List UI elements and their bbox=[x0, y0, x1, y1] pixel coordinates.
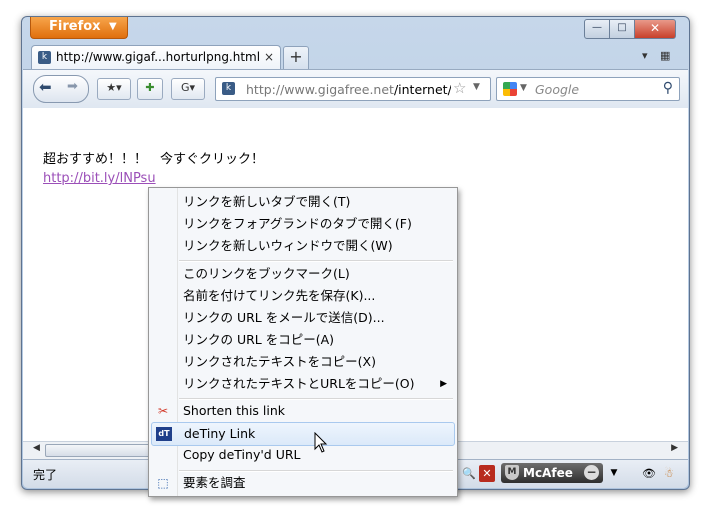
submenu-arrow-icon: ▶ bbox=[440, 379, 447, 389]
menu-item-copy-link[interactable]: リンクの URL をコピー(A) bbox=[149, 329, 457, 351]
menu-item-inspect-element[interactable]: ⬚ 要素を調査 bbox=[149, 472, 457, 494]
mouse-cursor-icon bbox=[314, 432, 328, 453]
bookmarks-menu-button[interactable]: ★▾ bbox=[97, 78, 131, 100]
scroll-right-icon[interactable]: ▶ bbox=[671, 443, 678, 453]
tab-active[interactable]: k http://www.gigaf...horturlpng.html × bbox=[31, 45, 281, 70]
close-button[interactable]: ✕ bbox=[634, 19, 676, 39]
detiny-icon: dT bbox=[156, 427, 172, 441]
google-engine-icon[interactable] bbox=[503, 82, 517, 96]
new-tab-button[interactable]: + bbox=[283, 46, 309, 69]
short-url-link[interactable]: http://bit.ly/lNPsu bbox=[43, 171, 156, 186]
eye-icon[interactable]: 👁 bbox=[641, 465, 657, 482]
search-bar[interactable]: ▼ Google ⚲ bbox=[496, 77, 680, 101]
menu-item-detiny-link[interactable]: dT deTiny Link bbox=[151, 422, 455, 446]
mcafee-dropdown-icon[interactable]: ▼ bbox=[608, 465, 620, 482]
menu-item-open-new-tab[interactable]: リンクを新しいタブで開く(T) bbox=[149, 191, 457, 213]
menu-item-save-link-as[interactable]: 名前を付けてリンク先を保存(K)... bbox=[149, 285, 457, 307]
menu-item-send-link[interactable]: リンクの URL をメールで送信(D)... bbox=[149, 307, 457, 329]
addon-person-icon[interactable]: ☃ bbox=[661, 465, 677, 482]
favicon-icon: k bbox=[38, 51, 51, 64]
addon-block-icon[interactable]: ✕ bbox=[479, 465, 495, 482]
menu-item-bookmark-link[interactable]: このリンクをブックマーク(L) bbox=[149, 263, 457, 285]
google-icon: G▾ bbox=[180, 81, 196, 94]
menu-item-copy-link-text[interactable]: リンクされたテキストをコピー(X) bbox=[149, 351, 457, 373]
minus-icon[interactable]: − bbox=[584, 465, 599, 480]
menu-item-shorten-link[interactable]: ✂ Shorten this link bbox=[149, 400, 457, 422]
back-forward-group: ⬅ ➡ bbox=[33, 75, 89, 103]
mcafee-shield-icon: M bbox=[505, 465, 519, 480]
menu-item-open-foreground-tab[interactable]: リンクをフォアグランドのタブで開く(F) bbox=[149, 213, 457, 235]
back-arrow-icon[interactable]: ⬅ bbox=[39, 78, 52, 96]
tab-title: http://www.gigaf...horturlpng.html bbox=[56, 50, 261, 64]
bookmark-star-icon: ★▾ bbox=[106, 81, 122, 94]
url-bar[interactable]: k http://www.gigafree.net/internet/f ☆ ▼ bbox=[215, 77, 491, 101]
navigation-toolbar: ⬅ ➡ ★▾ ✚ G▾ k http://www.gigafree.net/in… bbox=[23, 69, 688, 109]
engine-dropdown-icon[interactable]: ▼ bbox=[520, 83, 527, 93]
url-history-dropdown-icon[interactable]: ▼ bbox=[473, 82, 480, 92]
tab-groups-icon[interactable]: ▦ bbox=[660, 49, 670, 62]
search-icon[interactable]: ⚲ bbox=[663, 80, 673, 96]
status-text: 完了 bbox=[33, 468, 58, 482]
scroll-left-icon[interactable]: ◀ bbox=[33, 443, 40, 453]
forward-arrow-icon[interactable]: ➡ bbox=[67, 79, 78, 94]
page-text: 超おすすめ！！！ 今すぐクリック！ bbox=[43, 152, 265, 167]
mcafee-label: McAfee bbox=[523, 466, 573, 480]
site-identity-icon: k bbox=[222, 82, 235, 95]
menu-item-open-new-window[interactable]: リンクを新しいウィンドウで開く(W) bbox=[149, 235, 457, 257]
google-toolbar-button[interactable]: G▾ bbox=[171, 78, 205, 100]
addons-button[interactable]: ✚ bbox=[137, 78, 163, 100]
url-text[interactable]: http://www.gigafree.net/internet/f bbox=[246, 82, 451, 97]
context-menu: リンクを新しいタブで開く(T) リンクをフォアグランドのタブで開く(F) リンク… bbox=[148, 187, 458, 497]
menu-separator bbox=[179, 260, 453, 262]
bookmark-star-icon[interactable]: ☆ bbox=[453, 79, 466, 97]
chevron-down-icon: ▼ bbox=[109, 21, 117, 32]
maximize-button[interactable]: □ bbox=[609, 19, 635, 39]
puzzle-icon: ✚ bbox=[145, 81, 155, 94]
mcafee-siteadvisor-button[interactable]: M McAfee − bbox=[501, 463, 603, 483]
scroll-thumb[interactable] bbox=[45, 444, 157, 457]
scissors-icon: ✂ bbox=[157, 404, 169, 418]
addon-search-icon[interactable]: 🔍 bbox=[461, 465, 477, 482]
inspect-icon: ⬚ bbox=[157, 476, 169, 490]
search-input[interactable]: Google bbox=[535, 82, 579, 97]
firefox-menu-button[interactable]: Firefox ▼ bbox=[30, 17, 128, 39]
menu-item-copy-detiny-url[interactable]: Copy deTiny'd URL bbox=[149, 444, 457, 466]
minimize-button[interactable]: — bbox=[584, 19, 610, 39]
firefox-menu-label: Firefox bbox=[49, 19, 101, 34]
tab-close-icon[interactable]: × bbox=[264, 50, 274, 64]
menu-item-copy-text-and-url[interactable]: リンクされたテキストとURLをコピー(O) ▶ bbox=[149, 373, 457, 395]
tab-list-icon[interactable]: ▾ bbox=[642, 49, 648, 62]
